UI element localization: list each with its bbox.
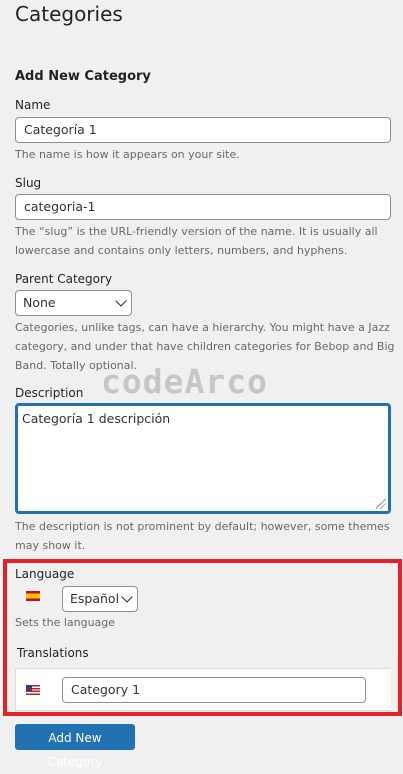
name-label: Name — [15, 98, 51, 112]
add-new-category-button[interactable]: Add New Category — [15, 724, 135, 769]
name-input[interactable]: Categoría 1 — [15, 117, 391, 143]
spain-flag-icon — [26, 591, 40, 601]
description-label: Description — [15, 386, 84, 400]
language-select[interactable]: Español — [62, 586, 138, 612]
translations-label: Translations — [17, 646, 89, 660]
chevron-down-icon — [115, 295, 127, 307]
parent-category-help: Categories, unlike tags, can have a hier… — [15, 321, 395, 372]
us-flag-icon — [26, 685, 40, 695]
translation-input[interactable]: Category 1 — [62, 677, 366, 703]
language-help: Sets the language — [15, 616, 116, 629]
language-label: Language — [15, 567, 75, 581]
chevron-down-icon — [121, 591, 133, 603]
slug-input[interactable]: categoria-1 — [15, 194, 391, 220]
parent-category-value: None — [23, 295, 56, 310]
description-textarea[interactable]: Categoría 1 descripción — [15, 403, 391, 514]
description-value: Categoría 1 descripción — [22, 411, 171, 426]
section-title: Add New Category — [15, 69, 151, 84]
translations-panel: Category 1 — [15, 668, 391, 711]
slug-label: Slug — [15, 176, 42, 190]
slug-help: The “slug” is the URL-friendly version o… — [15, 225, 378, 257]
resize-grip-icon[interactable] — [376, 499, 386, 509]
parent-category-select[interactable]: None — [15, 290, 132, 316]
name-help: The name is how it appears on your site. — [15, 148, 240, 161]
parent-category-label: Parent Category — [15, 272, 113, 286]
language-value: Español — [70, 591, 120, 606]
page-title: Categories — [15, 2, 123, 26]
description-help: The description is not prominent by defa… — [15, 520, 390, 552]
